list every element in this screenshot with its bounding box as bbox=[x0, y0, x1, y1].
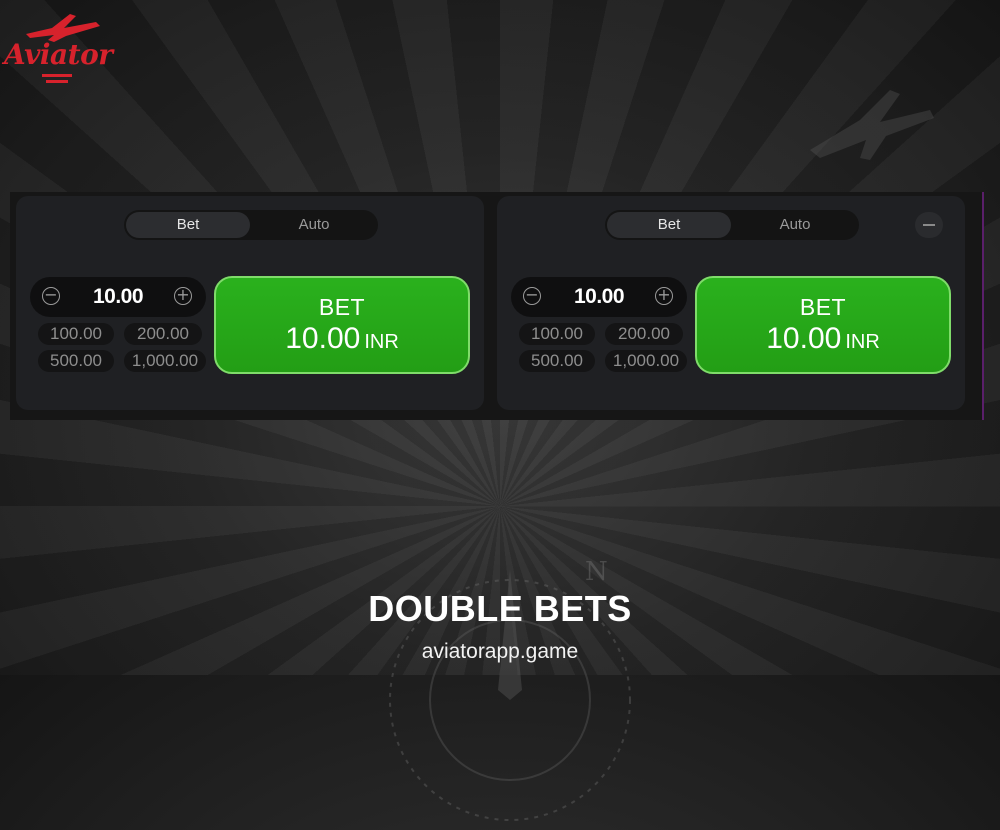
aviator-logo: Aviator bbox=[4, 8, 114, 84]
quick-amount-button[interactable]: 200.00 bbox=[605, 323, 683, 345]
bet-button-title: BET bbox=[799, 294, 847, 320]
bet-button-currency: INR bbox=[364, 331, 399, 353]
logo-underline bbox=[46, 80, 68, 83]
bet-button-amount: 10.00 INR bbox=[216, 322, 468, 356]
quick-amount-button[interactable]: 500.00 bbox=[38, 350, 114, 372]
svg-text:N: N bbox=[585, 557, 608, 587]
bet-amount-input[interactable]: 10.00 bbox=[551, 277, 647, 317]
bet-button[interactable]: BET 10.00 INR bbox=[695, 276, 951, 374]
bet-mode-switch: Bet Auto bbox=[605, 210, 859, 240]
quick-amount-button[interactable]: 100.00 bbox=[519, 323, 595, 345]
bet-mode-switch: Bet Auto bbox=[124, 210, 378, 240]
minus-circle-icon[interactable]: − bbox=[523, 287, 541, 305]
background-plane-illustration bbox=[810, 90, 934, 160]
quick-amount-button[interactable]: 1,000.00 bbox=[605, 350, 687, 372]
plus-circle-icon[interactable]: + bbox=[174, 287, 192, 305]
quick-amount-button[interactable]: 1,000.00 bbox=[124, 350, 206, 372]
quick-amount-button[interactable]: 200.00 bbox=[124, 323, 202, 345]
tab-bet[interactable]: Bet bbox=[126, 212, 250, 238]
bet-amount-stepper: − 10.00 + bbox=[30, 277, 206, 317]
site-url: aviatorapp.game bbox=[421, 640, 579, 663]
tab-bet[interactable]: Bet bbox=[607, 212, 731, 238]
tab-auto[interactable]: Auto bbox=[733, 212, 857, 238]
bet-panel-2: Bet Auto − 10.00 + 100.00 200.00 500.00 … bbox=[497, 196, 965, 410]
quick-amount-button[interactable]: 500.00 bbox=[519, 350, 595, 372]
quick-amount-button[interactable]: 100.00 bbox=[38, 323, 114, 345]
minus-circle-icon[interactable]: − bbox=[42, 287, 60, 305]
bet-panel-1: Bet Auto − 10.00 + 100.00 200.00 500.00 … bbox=[16, 196, 484, 410]
bet-button-title: BET bbox=[318, 294, 366, 320]
bet-amount-input[interactable]: 10.00 bbox=[70, 277, 166, 317]
bet-amount-stepper: − 10.00 + bbox=[511, 277, 687, 317]
collapse-panel-icon[interactable] bbox=[915, 212, 943, 238]
tab-auto[interactable]: Auto bbox=[252, 212, 376, 238]
bet-button-amount: 10.00 INR bbox=[697, 322, 949, 356]
headline: DOUBLE BETS bbox=[368, 588, 632, 629]
bet-button[interactable]: BET 10.00 INR bbox=[214, 276, 470, 374]
bet-button-value: 10.00 bbox=[285, 322, 361, 355]
logo-wordmark: Aviator bbox=[4, 38, 113, 71]
bet-button-currency: INR bbox=[845, 331, 880, 353]
logo-underline bbox=[42, 74, 72, 77]
background-compass-illustration: N bbox=[389, 557, 631, 821]
plus-circle-icon[interactable]: + bbox=[655, 287, 673, 305]
bet-button-value: 10.00 bbox=[766, 322, 842, 355]
